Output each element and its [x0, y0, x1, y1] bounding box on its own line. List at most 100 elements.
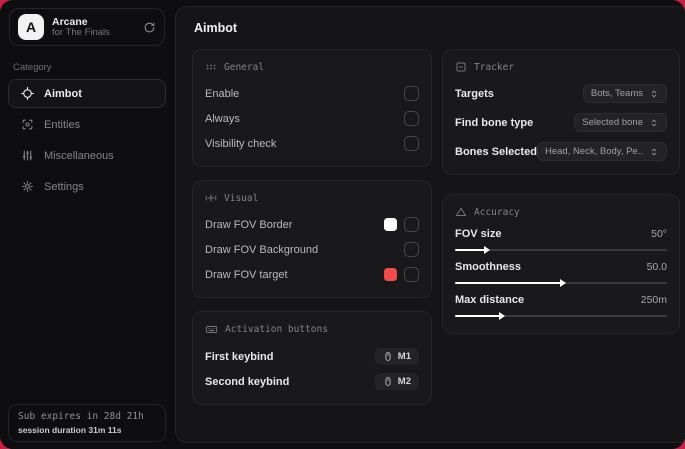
crosshair-icon [21, 87, 34, 100]
setting-label: Draw FOV Background [205, 243, 319, 256]
setting-row-always: Always [205, 108, 419, 129]
fov-target-color-swatch[interactable] [384, 268, 397, 281]
card-title: Activation buttons [225, 324, 328, 335]
card-visual: Visual Draw FOV Border Draw FOV Backgrou… [192, 180, 432, 298]
select-value: Head, Neck, Body, Pe.. [544, 146, 643, 157]
slider-fill [455, 246, 490, 254]
bones-selected-select[interactable]: Head, Neck, Body, Pe.. [536, 142, 667, 161]
setting-label: Draw FOV Border [205, 218, 293, 231]
setting-label: First keybind [205, 350, 274, 363]
setting-row-visibility-check: Visibility check [205, 133, 419, 154]
card-title: Tracker [474, 61, 515, 73]
scan-target-icon [21, 118, 34, 131]
slider-value: 50.0 [646, 261, 667, 273]
gear-icon [21, 180, 34, 193]
chevrons-up-down-icon [649, 147, 659, 157]
slider-value: 50° [651, 228, 667, 240]
app-window: A Arcane for The Finals Category Aimbot [0, 0, 685, 449]
setting-label: Enable [205, 87, 240, 100]
setting-row-targets: Targets Bots, Teams [455, 83, 667, 104]
targets-select[interactable]: Bots, Teams [582, 84, 667, 103]
card-title: Accuracy [474, 206, 520, 218]
first-keybind-button[interactable]: M1 [374, 348, 419, 365]
setting-row-find-bone-type: Find bone type Selected bone [455, 112, 667, 133]
setting-row-enable: Enable [205, 83, 419, 104]
brand-text: Arcane for The Finals [52, 16, 135, 39]
setting-label: FOV size [455, 228, 502, 240]
max-distance-slider[interactable] [455, 312, 667, 320]
sidebar-item-label: Aimbot [44, 87, 82, 100]
sidebar-nav: Aimbot Entities Miscellaneous Settings [0, 79, 174, 201]
card-accuracy: Accuracy FOV size 50° Smoothness 50.0 Ma… [442, 194, 680, 334]
setting-label: Second keybind [205, 375, 290, 388]
setting-row-smoothness: Smoothness 50.0 [455, 261, 667, 287]
fov-border-color-swatch[interactable] [384, 218, 397, 231]
page-title: Aimbot [194, 21, 238, 35]
select-value: Selected bone [582, 117, 643, 128]
brand-name: Arcane [52, 15, 88, 28]
visibility-check-checkbox[interactable] [404, 136, 419, 151]
sliders-icon [21, 149, 34, 162]
setting-row-second-keybind: Second keybind M2 [205, 371, 419, 392]
setting-row-bones-selected: Bones Selected Head, Neck, Body, Pe.. [455, 141, 667, 162]
always-checkbox[interactable] [404, 111, 419, 126]
setting-row-draw-fov-target: Draw FOV target [205, 264, 419, 285]
frame-minus-icon [455, 61, 467, 73]
setting-label: Find bone type [455, 116, 534, 129]
triangle-icon [455, 206, 467, 218]
setting-row-fov-size: FOV size 50° [455, 228, 667, 254]
draw-fov-border-checkbox[interactable] [404, 217, 419, 232]
mouse-icon [383, 376, 393, 387]
grid-dots-icon [205, 61, 217, 73]
setting-row-draw-fov-background: Draw FOV Background [205, 239, 419, 260]
card-activation-buttons: Activation buttons First keybind M1 Seco… [192, 311, 432, 405]
card-title: Visual [224, 192, 259, 204]
keyboard-icon [205, 323, 218, 336]
smoothness-slider[interactable] [455, 279, 667, 287]
setting-label: Max distance [455, 294, 525, 306]
setting-row-first-keybind: First keybind M1 [205, 346, 419, 367]
sync-icon[interactable] [143, 21, 156, 34]
page-backdrop: { "theme": { "backdrop_color": "#c62043"… [0, 0, 685, 449]
card-general: General Enable Always Visibility check [192, 49, 432, 167]
setting-label: Draw FOV target [205, 268, 288, 281]
setting-label: Visibility check [205, 137, 277, 150]
slider-value: 250m [640, 294, 667, 306]
sidebar-item-settings[interactable]: Settings [8, 172, 166, 201]
setting-row-draw-fov-border: Draw FOV Border [205, 214, 419, 235]
setting-label: Smoothness [455, 261, 522, 273]
card-tracker: Tracker Targets Bots, Teams Find bone ty… [442, 49, 680, 175]
chevrons-up-down-icon [649, 89, 659, 99]
chevrons-up-down-icon [649, 118, 659, 128]
brand-logo: A [18, 14, 44, 40]
enable-checkbox[interactable] [404, 86, 419, 101]
main-panel: Aimbot General Enable Always Visibility … [175, 6, 685, 443]
second-keybind-button[interactable]: M2 [374, 373, 419, 390]
brand-card: A Arcane for The Finals [9, 8, 165, 46]
brand-subtitle: for The Finals [52, 26, 110, 38]
session-duration-text: session duration 31m 11s [18, 425, 122, 435]
fov-size-slider[interactable] [455, 246, 667, 254]
slider-fill [455, 312, 504, 320]
mouse-icon [383, 351, 393, 362]
sidebar-item-label: Entities [44, 118, 81, 131]
find-bone-type-select[interactable]: Selected bone [574, 113, 667, 132]
crosshair-dot-icon [205, 192, 217, 204]
category-label: Category [13, 62, 52, 73]
sidebar-item-label: Settings [44, 180, 84, 193]
setting-label: Targets [455, 87, 494, 100]
subscription-status-card: Sub expires in 28d 21h session duration … [8, 404, 166, 442]
setting-label: Bones Selected [455, 145, 537, 158]
sub-expiry-text: Sub expires in 28d 21h [18, 411, 144, 422]
sidebar-item-aimbot[interactable]: Aimbot [8, 79, 166, 108]
sidebar-item-miscellaneous[interactable]: Miscellaneous [8, 141, 166, 170]
keybind-value: M2 [397, 376, 411, 387]
draw-fov-target-checkbox[interactable] [404, 267, 419, 282]
sidebar-item-entities[interactable]: Entities [8, 110, 166, 139]
keybind-value: M1 [397, 351, 411, 362]
setting-label: Always [205, 112, 240, 125]
slider-fill [455, 279, 566, 287]
card-title: General [224, 61, 265, 73]
draw-fov-background-checkbox[interactable] [404, 242, 419, 257]
sidebar: A Arcane for The Finals Category Aimbot [0, 0, 174, 449]
